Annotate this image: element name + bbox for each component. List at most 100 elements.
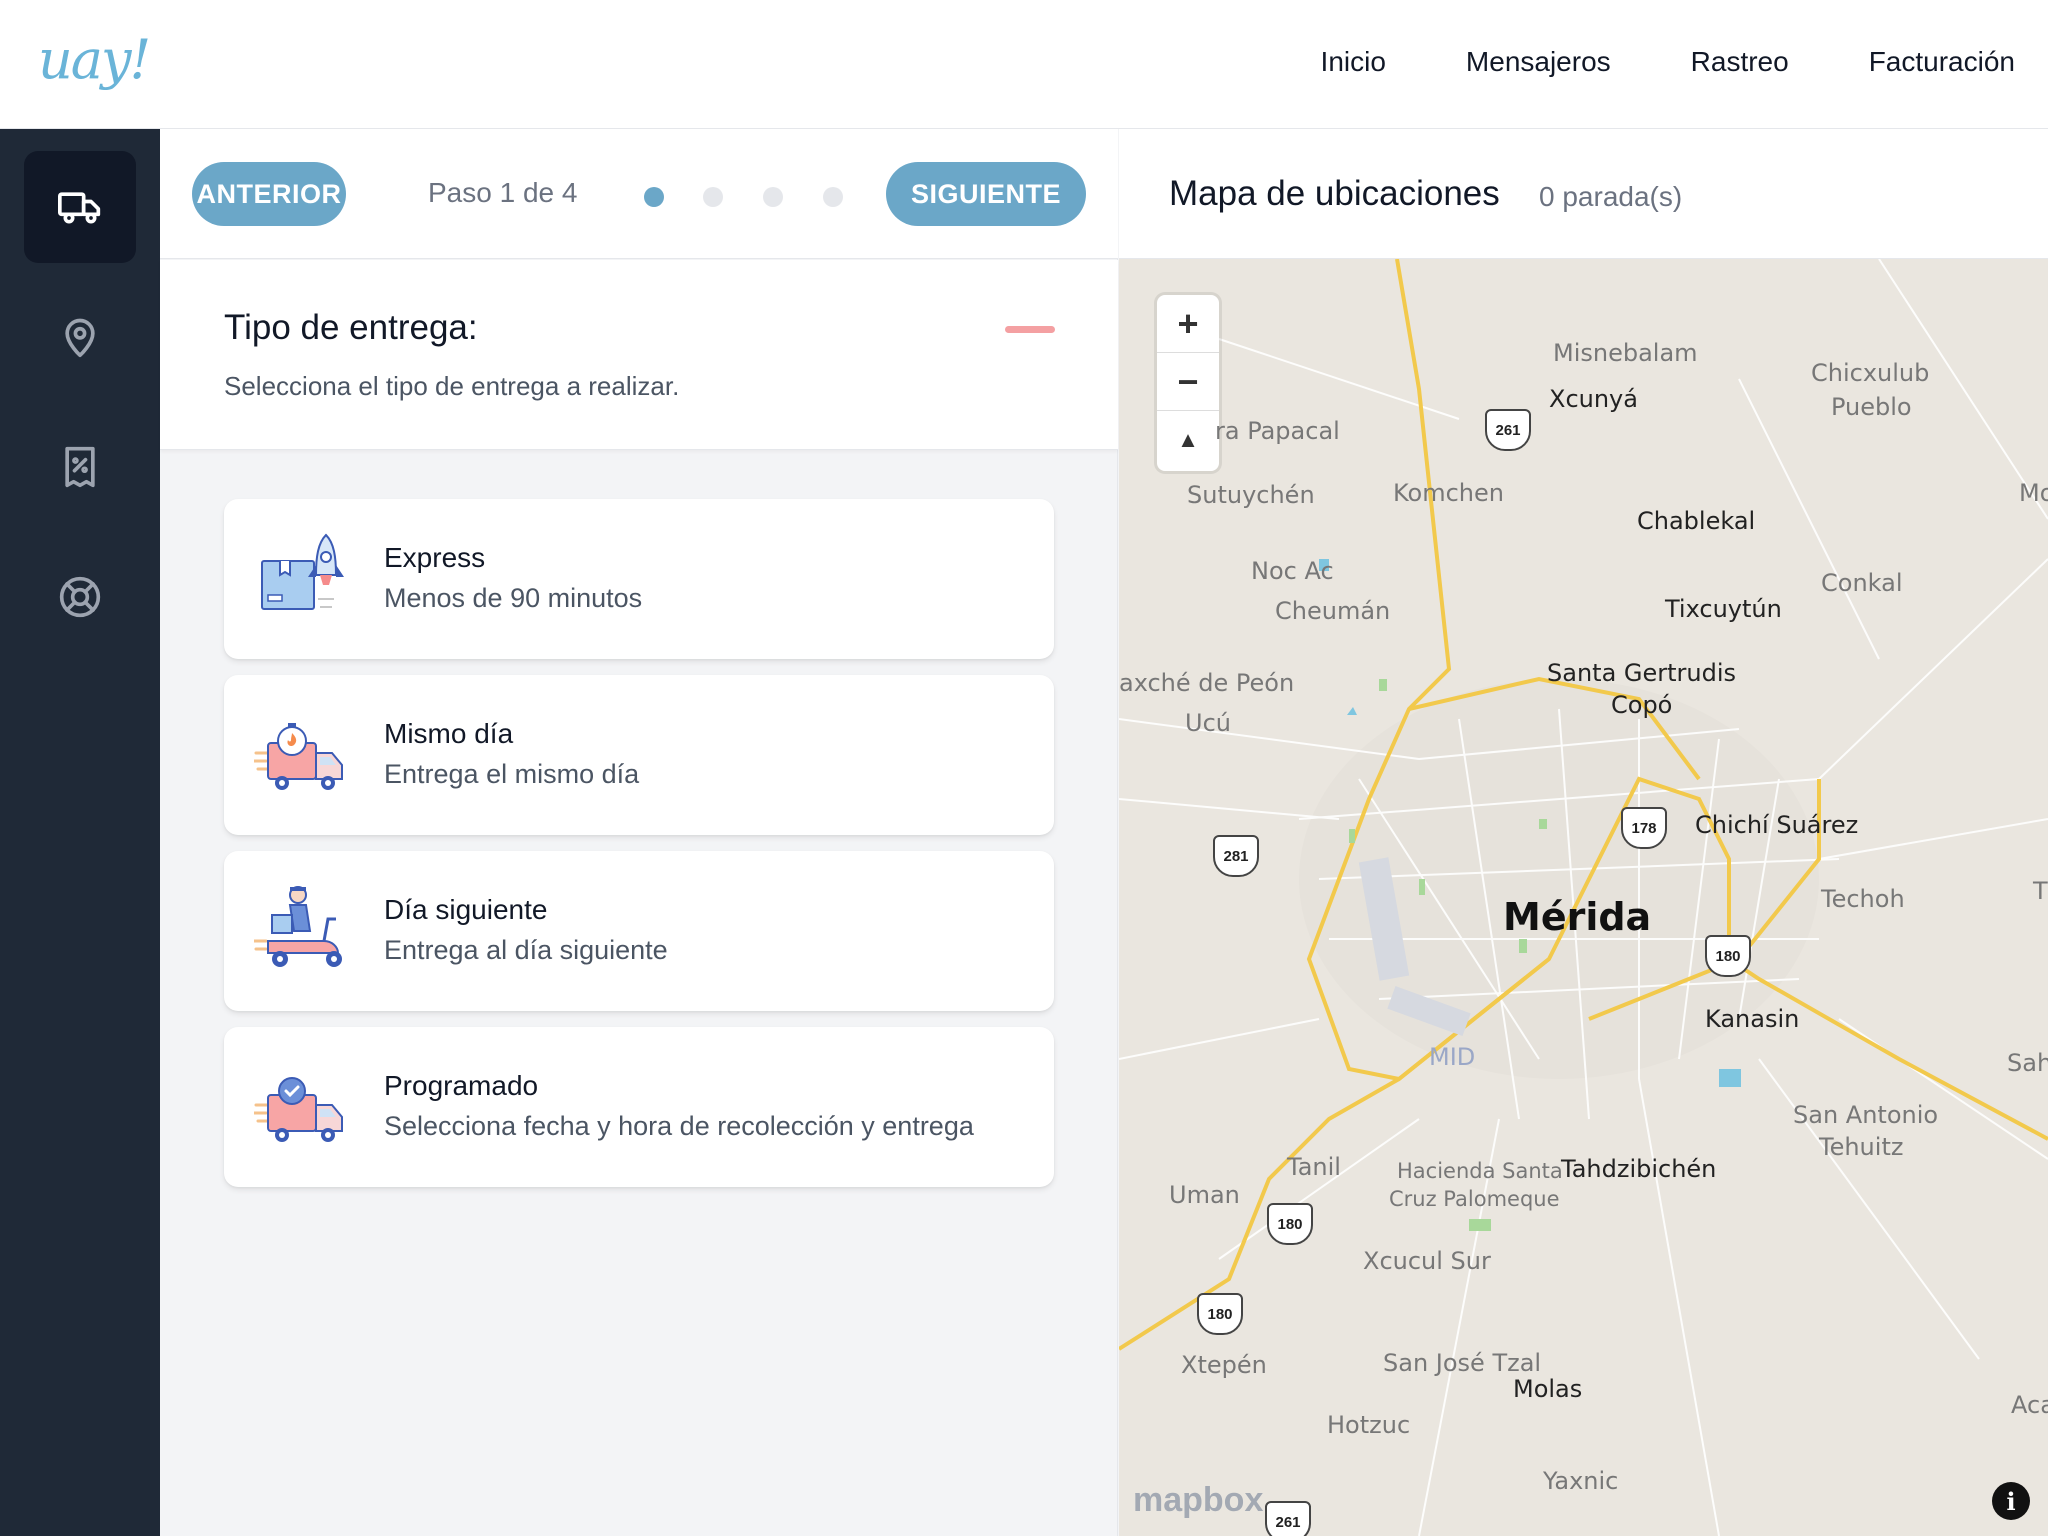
section-subtitle: Selecciona el tipo de entrega a realizar… xyxy=(224,371,680,401)
scooter-courier-icon xyxy=(254,886,342,967)
map-label: Techoh xyxy=(1821,885,1905,913)
map-label: Chicxulub xyxy=(1811,359,1930,387)
map-title: Mapa de ubicaciones xyxy=(1169,174,1500,213)
section-title: Tipo de entrega: xyxy=(224,308,478,347)
zoom-in-button[interactable]: + xyxy=(1157,295,1219,353)
map-label: Molas xyxy=(1513,1375,1583,1403)
sidebar-item-billing[interactable] xyxy=(24,411,136,523)
highway-shield: 261 xyxy=(1265,1501,1311,1536)
highway-shield: 180 xyxy=(1705,935,1751,977)
info-icon[interactable]: i xyxy=(1992,1482,2030,1520)
zoom-controls: + − ▲ xyxy=(1157,295,1219,471)
map-label: Yaxnic xyxy=(1543,1467,1619,1495)
truck-timer-icon xyxy=(254,723,343,790)
map-label: Tixcuytún xyxy=(1665,595,1782,623)
map-label: Chichí Suárez xyxy=(1695,811,1859,839)
map-label: Xcunyá xyxy=(1549,385,1638,413)
step-dot-4 xyxy=(823,187,843,207)
option-title: Programado xyxy=(384,1070,539,1101)
next-button[interactable]: SIGUIENTE xyxy=(886,162,1086,226)
previous-button[interactable]: ANTERIOR xyxy=(192,162,346,226)
map-label: ra Papacal xyxy=(1215,417,1340,445)
highway-shield: 180 xyxy=(1267,1203,1313,1245)
step-dot-1 xyxy=(644,187,664,207)
map-label: Aca xyxy=(2011,1391,2048,1419)
highway-shield: 180 xyxy=(1197,1293,1243,1335)
map-label: Cruz Palomeque xyxy=(1389,1187,1560,1211)
map-label: axché de Peón xyxy=(1119,669,1295,697)
map-label: Misnebalam xyxy=(1553,339,1698,367)
option-title: Express xyxy=(384,542,486,573)
highway-shield: 178 xyxy=(1621,807,1667,849)
delivery-option-next-day[interactable]: Día siguiente Entrega al día siguiente xyxy=(224,851,1054,1011)
step-indicator-text: Paso 1 de 4 xyxy=(428,177,578,208)
map-label: Chablekal xyxy=(1637,507,1756,535)
map-label: Hotzuc xyxy=(1327,1411,1411,1439)
map-label: Mo xyxy=(2019,479,2048,507)
sidebar-item-support[interactable] xyxy=(24,541,136,653)
map-label: Noc Ac xyxy=(1251,557,1334,585)
highway-shield: 261 xyxy=(1485,409,1531,451)
map-label: MID xyxy=(1429,1043,1476,1071)
delivery-form-panel: ANTERIOR Paso 1 de 4 SIGUIENTE Tipo de e… xyxy=(160,129,1118,1536)
map-label: Tanil xyxy=(1287,1153,1341,1181)
map-label: Pueblo xyxy=(1831,393,1912,421)
delivery-option-same-day[interactable]: Mismo día Entrega el mismo día xyxy=(224,675,1054,835)
truck-icon xyxy=(58,192,101,224)
map-label: Xtepén xyxy=(1181,1351,1267,1379)
option-subtitle: Selecciona fecha y hora de recolección y… xyxy=(384,1111,974,1141)
step-dot-3 xyxy=(763,187,783,207)
highway-shield: 281 xyxy=(1213,835,1259,877)
delivery-option-express[interactable]: Express Menos de 90 minutos xyxy=(224,499,1054,659)
map-label-city: Mérida xyxy=(1503,895,1652,939)
location-pin-icon xyxy=(65,318,95,358)
map-label: Copó xyxy=(1611,691,1673,719)
nav-inicio[interactable]: Inicio xyxy=(1321,46,1386,78)
nav-rastreo[interactable]: Rastreo xyxy=(1691,46,1789,78)
map-label: Hacienda Santa xyxy=(1397,1159,1563,1183)
compass-button[interactable]: ▲ xyxy=(1157,411,1219,469)
truck-check-icon xyxy=(254,1077,343,1142)
collapse-toggle[interactable] xyxy=(1000,320,1060,340)
nav-mensajeros[interactable]: Mensajeros xyxy=(1466,46,1611,78)
sidebar-item-locations[interactable] xyxy=(24,281,136,393)
map-label: Xcucul Sur xyxy=(1363,1247,1491,1275)
receipt-icon xyxy=(65,446,95,488)
map-label: Conkal xyxy=(1821,569,1903,597)
map-canvas[interactable]: + − ▲ Misnebalam Xcunyá Chicxulub Pueblo… xyxy=(1119,259,2048,1536)
stepper: ANTERIOR Paso 1 de 4 SIGUIENTE xyxy=(160,129,1118,259)
map-label: Kanasin xyxy=(1705,1005,1800,1033)
delivery-option-scheduled[interactable]: Programado Selecciona fecha y hora de re… xyxy=(224,1027,1054,1187)
map-label: Uman xyxy=(1169,1181,1240,1209)
map-label: Sutuychén xyxy=(1187,481,1315,509)
stops-count: 0 parada(s) xyxy=(1539,181,1683,212)
nav-facturacion[interactable]: Facturación xyxy=(1869,46,2015,78)
map-header: Mapa de ubicaciones 0 parada(s) xyxy=(1119,129,2048,259)
map-label: San Antonio xyxy=(1793,1101,1939,1129)
minus-icon xyxy=(1005,326,1055,333)
option-subtitle: Entrega el mismo día xyxy=(384,759,640,789)
map-label: Komchen xyxy=(1393,479,1504,507)
step-dot-2 xyxy=(703,187,723,207)
zoom-out-button[interactable]: − xyxy=(1157,353,1219,411)
map-label: Sah xyxy=(2007,1049,2048,1077)
map-label: T xyxy=(2033,877,2048,905)
mapbox-logo[interactable]: mapbox xyxy=(1133,1481,1263,1520)
sidebar-item-deliveries[interactable] xyxy=(24,151,136,263)
top-navbar: uay! Inicio Mensajeros Rastreo Facturaci… xyxy=(0,0,2048,129)
map-label: Cheumán xyxy=(1275,597,1391,625)
lifebuoy-icon xyxy=(59,576,101,618)
sidebar xyxy=(0,129,160,1536)
rocket-box-icon xyxy=(261,533,344,610)
map-label: San José Tzal xyxy=(1383,1349,1542,1377)
map-label: Santa Gertrudis xyxy=(1547,659,1737,687)
map-label: Ucú xyxy=(1185,709,1231,737)
main-nav: Inicio Mensajeros Rastreo Facturación xyxy=(1321,46,2015,78)
map-label: Tehuitz xyxy=(1819,1133,1904,1161)
brand-logo[interactable]: uay! xyxy=(38,28,151,91)
map-label: Tahdzibichén xyxy=(1561,1155,1717,1183)
option-title: Mismo día xyxy=(384,718,514,749)
option-subtitle: Entrega al día siguiente xyxy=(384,935,668,965)
section-header: Tipo de entrega: Selecciona el tipo de e… xyxy=(160,260,1118,450)
option-title: Día siguiente xyxy=(384,894,548,925)
